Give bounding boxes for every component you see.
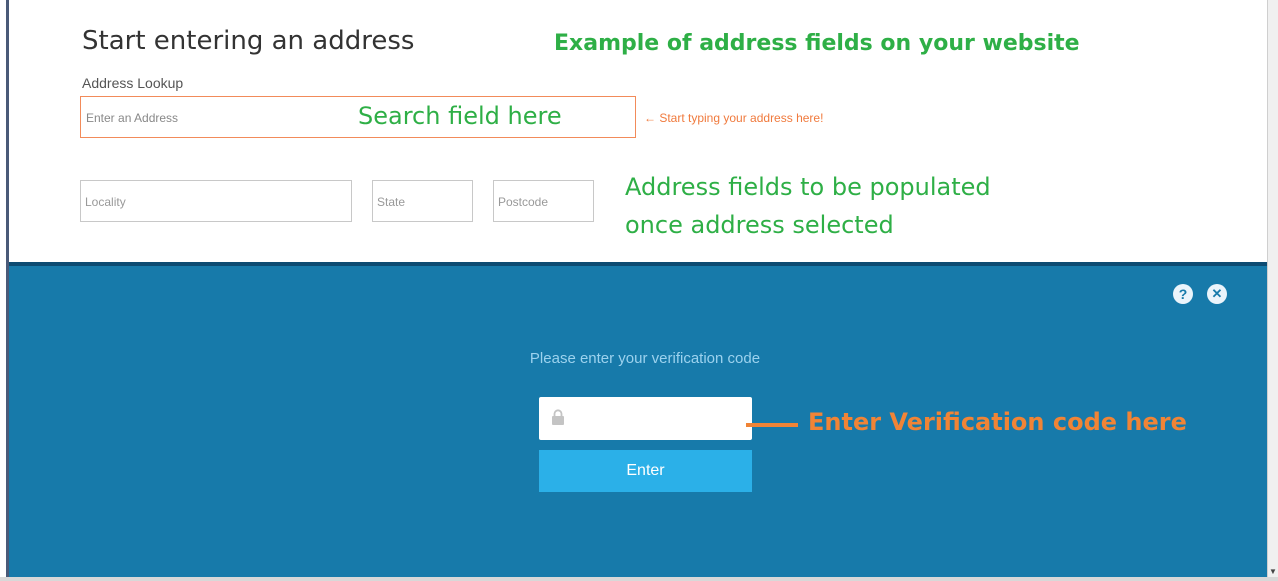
annotation-address-fields-line2: once address selected: [625, 211, 894, 239]
annotation-example-title: Example of address fields on your websit…: [554, 31, 1080, 56]
enter-button[interactable]: Enter: [539, 450, 752, 492]
verification-prompt: Please enter your verification code: [529, 350, 761, 367]
screenshot-frame: Start entering an address Example of add…: [0, 0, 1278, 581]
window-bottom-edge: [0, 577, 1278, 581]
state-field[interactable]: State: [372, 180, 473, 222]
postcode-field[interactable]: Postcode: [493, 180, 594, 222]
state-placeholder: State: [377, 195, 406, 209]
annotation-search-field: Search field here: [358, 102, 562, 130]
annotation-address-fields-line1: Address fields to be populated: [625, 173, 991, 201]
verification-code-input[interactable]: [539, 397, 752, 440]
postcode-placeholder: Postcode: [498, 195, 549, 209]
annotation-pointer-line: [746, 423, 798, 427]
help-icon[interactable]: ?: [1173, 284, 1193, 304]
vertical-scrollbar[interactable]: ▼: [1267, 0, 1278, 581]
annotation-start-typing: ← Start typing your address here!: [644, 111, 824, 125]
annotation-verification: Enter Verification code here: [808, 408, 1187, 436]
page-title: Start entering an address: [82, 26, 415, 56]
lock-icon: [552, 409, 564, 425]
search-placeholder: Enter an Address: [86, 111, 179, 125]
close-icon[interactable]: ✕: [1207, 284, 1227, 304]
locality-field[interactable]: Locality: [80, 180, 352, 222]
address-lookup-label: Address Lookup: [82, 75, 184, 91]
locality-placeholder: Locality: [85, 195, 126, 209]
annotation-address-fields: Address fields to be populated once addr…: [625, 168, 991, 244]
